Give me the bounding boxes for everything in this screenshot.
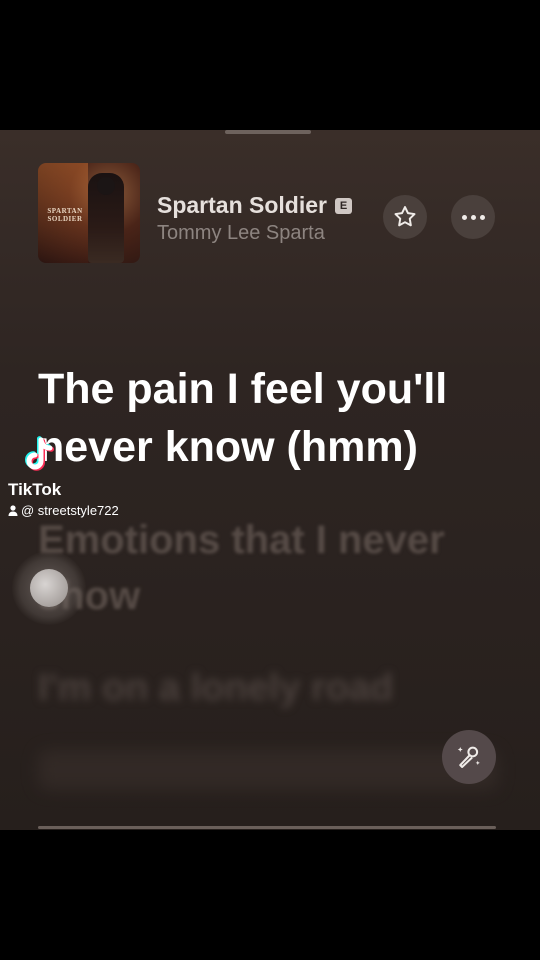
tiktok-handle: @ streetstyle722 bbox=[8, 503, 119, 518]
touch-indicator bbox=[12, 551, 86, 625]
ellipsis-icon bbox=[461, 214, 485, 220]
album-art-text: SPARTAN SOLDIER bbox=[47, 207, 83, 223]
next-lyric-line[interactable]: Emotions that I never show bbox=[38, 512, 508, 624]
explicit-badge: E bbox=[335, 198, 352, 214]
sing-button[interactable] bbox=[442, 730, 496, 784]
lyrics-screen: SPARTAN SOLDIER Spartan Soldier E Tommy … bbox=[0, 130, 540, 830]
microphone-sparkle-icon bbox=[457, 746, 480, 768]
song-title: Spartan Soldier bbox=[157, 192, 327, 218]
album-art: SPARTAN SOLDIER bbox=[38, 163, 140, 263]
upcoming-lyric-line[interactable]: I'm on a lonely road bbox=[38, 660, 508, 716]
favorite-button[interactable] bbox=[383, 195, 427, 239]
artist-name[interactable]: Tommy Lee Sparta bbox=[157, 222, 325, 245]
tiktok-watermark: TikTok bbox=[8, 480, 62, 499]
user-icon bbox=[8, 505, 18, 516]
tiktok-logo-icon bbox=[25, 436, 54, 471]
tiktok-handle-text: @ streetstyle722 bbox=[21, 503, 119, 518]
active-lyric-line[interactable]: The pain I feel you'll never know (hmm) bbox=[38, 360, 508, 476]
star-icon bbox=[394, 206, 416, 227]
blurred-lyric-line bbox=[38, 750, 498, 790]
playback-progress[interactable] bbox=[38, 826, 496, 829]
more-options-button[interactable] bbox=[451, 195, 495, 239]
sheet-grabber[interactable] bbox=[225, 130, 311, 134]
